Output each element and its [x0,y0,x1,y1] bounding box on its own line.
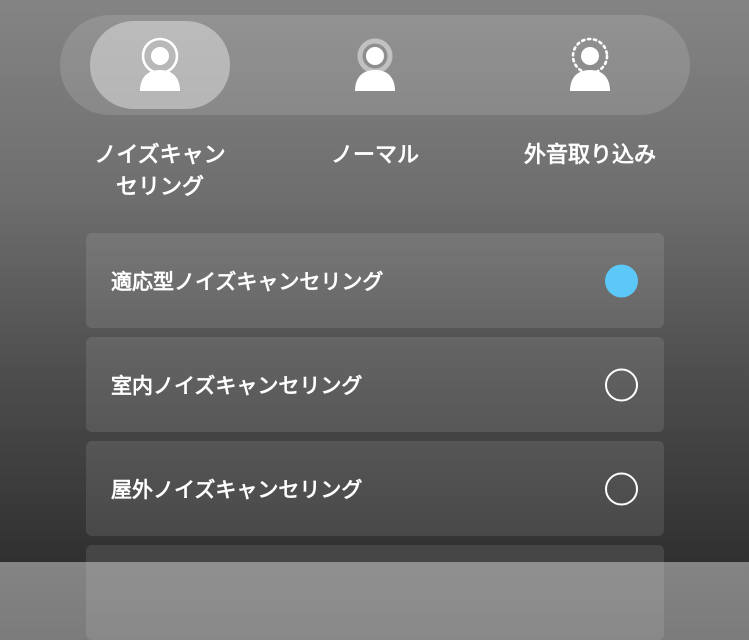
radio-unselected[interactable] [605,472,638,505]
normal-mode-button[interactable] [305,21,445,109]
ambient-sound-mode-label: 外音取り込み [523,143,656,168]
normal-mode-icon [355,38,395,91]
noise-cancelling-label-line2: セリング [115,175,204,200]
option-row-partial[interactable] [86,545,664,640]
noise-cancelling-mode-label: ノイズキャン セリング [60,140,260,204]
option-label: 適応型ノイズキャンセリング [111,269,384,294]
noise-cancelling-mode-button[interactable] [90,21,230,109]
noise-cancelling-label-line1: ノイズキャン [94,143,226,168]
ambient-sound-icon [570,37,610,91]
radio-unselected[interactable] [605,368,638,401]
radio-selected[interactable] [605,264,638,297]
option-adaptive-noise-cancelling[interactable]: 適応型ノイズキャンセリング [86,233,664,328]
option-indoor-noise-cancelling[interactable]: 室内ノイズキャンセリング [86,337,664,432]
option-label: 屋外ノイズキャンセリング [111,477,363,502]
option-outdoor-noise-cancelling[interactable]: 屋外ノイズキャンセリング [86,441,664,536]
normal-mode-label: ノーマル [330,143,419,168]
noise-cancelling-icon [140,37,180,91]
ambient-sound-mode-button[interactable] [520,21,660,109]
option-label: 室内ノイズキャンセリング [111,373,363,398]
